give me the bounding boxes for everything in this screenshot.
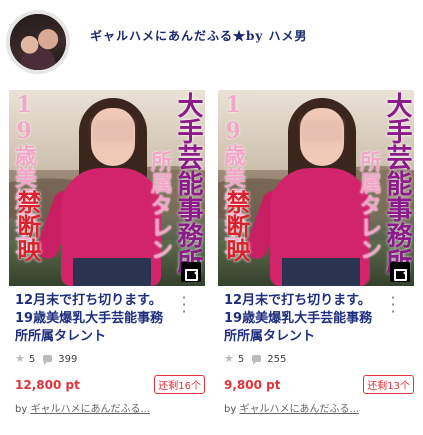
- product-title[interactable]: 12月末で打ち切ります。19歳美爆乳大手芸能事務所所属タレント: [224, 292, 384, 346]
- seller-line: by ギャルハメにあんだふる...: [15, 400, 195, 415]
- seller-line: by ギャルハメにあんだふる...: [224, 400, 404, 415]
- comment-count: 399: [58, 354, 78, 365]
- overlay-text-agency: 大手芸能事務所: [382, 92, 412, 274]
- seller-link[interactable]: ギャルハメにあんだふる...: [239, 404, 359, 415]
- kebab-menu-icon[interactable]: · · ·: [177, 290, 191, 320]
- product-thumbnail[interactable]: 19歳美爆美女 禁断映 大手芸能事務所 所属タレン: [218, 90, 414, 286]
- video-camera-icon: [181, 262, 201, 282]
- comment-count: 255: [267, 354, 287, 365]
- product-card[interactable]: 19歳美爆美女 禁断映 大手芸能事務所 所属タレン 12月末で打ち切ります。19…: [9, 90, 205, 420]
- star-icon: ★: [15, 352, 25, 365]
- thumbnail-blur: [93, 120, 133, 142]
- product-meta: ★ 5 399: [15, 352, 77, 366]
- product-price: 9,800 pt: [224, 378, 281, 392]
- thumbnail-pants: [282, 258, 360, 286]
- comment-icon: [252, 355, 262, 365]
- comment-icon: [43, 355, 53, 365]
- product-price: 12,800 pt: [15, 378, 80, 392]
- overlay-text-agency: 大手芸能事務所: [173, 92, 203, 274]
- star-icon: ★: [224, 352, 234, 365]
- overlay-text-banned: 禁断映: [13, 190, 42, 262]
- shop-header: ギャルハメにあんだふる★by ハメ男: [0, 0, 423, 80]
- rating-count: 5: [28, 354, 36, 365]
- seller-link[interactable]: ギャルハメにあんだふる...: [30, 404, 150, 415]
- stock-badge: 还剩16个: [154, 375, 205, 394]
- video-camera-icon: [390, 262, 410, 282]
- rating-count: 5: [237, 354, 245, 365]
- overlay-text-banned: 禁断映: [222, 190, 251, 262]
- avatar-image: [10, 14, 66, 70]
- by-label: by: [15, 404, 28, 415]
- by-label: by: [224, 404, 237, 415]
- product-title[interactable]: 12月末で打ち切ります。19歳美爆乳大手芸能事務所所属タレント: [15, 292, 175, 346]
- product-meta: ★ 5 255: [224, 352, 286, 366]
- overlay-text-talent: 所属タレン: [147, 150, 173, 260]
- stock-badge: 还剩13个: [363, 375, 414, 394]
- product-card[interactable]: 19歳美爆美女 禁断映 大手芸能事務所 所属タレン 12月末で打ち切ります。19…: [218, 90, 414, 420]
- thumbnail-pants: [73, 258, 151, 286]
- shop-avatar[interactable]: [6, 10, 70, 74]
- shop-name[interactable]: ギャルハメにあんだふる★by ハメ男: [90, 27, 308, 44]
- product-thumbnail[interactable]: 19歳美爆美女 禁断映 大手芸能事務所 所属タレン: [9, 90, 205, 286]
- overlay-text-talent: 所属タレン: [356, 150, 382, 260]
- thumbnail-blur: [302, 120, 342, 142]
- kebab-menu-icon[interactable]: · · ·: [386, 290, 400, 320]
